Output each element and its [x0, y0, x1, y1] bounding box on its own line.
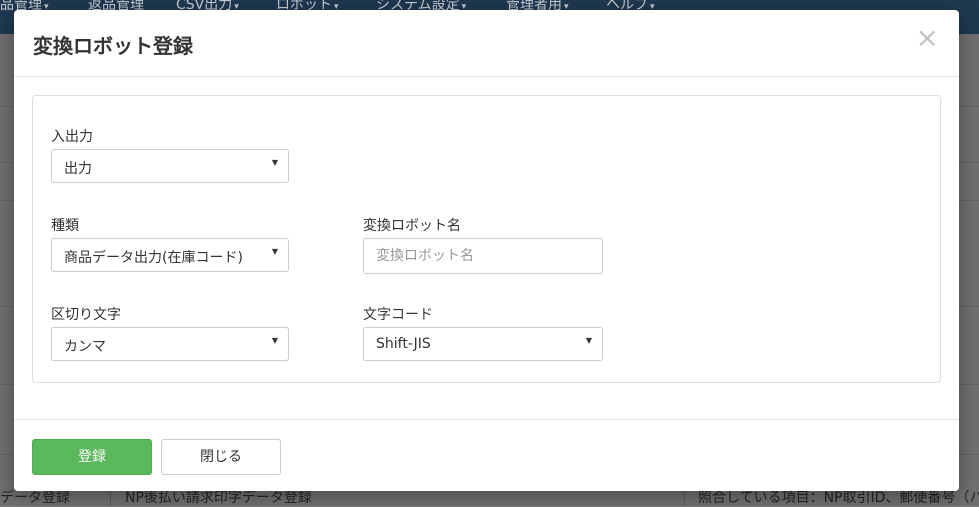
- robot-name-input[interactable]: [363, 238, 603, 274]
- dropdown-arrow-icon: ▼: [585, 336, 592, 345]
- io-label: 入出力: [51, 129, 93, 145]
- robot-name-label: 変換ロボット名: [363, 218, 461, 234]
- type-label: 種類: [51, 218, 79, 234]
- modal-title: 変換ロボット登録: [33, 34, 193, 58]
- close-button[interactable]: 閉じる: [161, 439, 281, 475]
- form-panel: 入出力 出力 ▼ 種類 商品データ出力(在庫コード) ▼ 変換ロボット名 区切り…: [32, 95, 941, 383]
- close-icon[interactable]: ×: [916, 24, 939, 52]
- modal-header: 変換ロボット登録 ×: [14, 10, 959, 77]
- io-select[interactable]: 出力 ▼: [51, 149, 289, 183]
- dropdown-arrow-icon: ▼: [271, 247, 278, 256]
- dropdown-arrow-icon: ▼: [271, 158, 278, 167]
- io-select-value: 出力: [64, 161, 92, 177]
- delimiter-select-value: カンマ: [64, 339, 106, 355]
- delimiter-label: 区切り文字: [51, 307, 121, 323]
- type-select-value: 商品データ出力(在庫コード): [64, 250, 243, 266]
- robot-registration-dialog: 変換ロボット登録 × 入出力 出力 ▼ 種類 商品データ出力(在庫コード) ▼ …: [14, 10, 959, 491]
- modal-footer: 登録 閉じる: [14, 419, 959, 492]
- delimiter-select[interactable]: カンマ ▼: [51, 327, 289, 361]
- charset-select[interactable]: Shift-JIS ▼: [363, 327, 603, 361]
- charset-select-value: Shift-JIS: [376, 336, 431, 352]
- charset-label: 文字コード: [363, 307, 433, 323]
- register-button[interactable]: 登録: [32, 439, 152, 475]
- type-select[interactable]: 商品データ出力(在庫コード) ▼: [51, 238, 289, 272]
- dropdown-arrow-icon: ▼: [271, 336, 278, 345]
